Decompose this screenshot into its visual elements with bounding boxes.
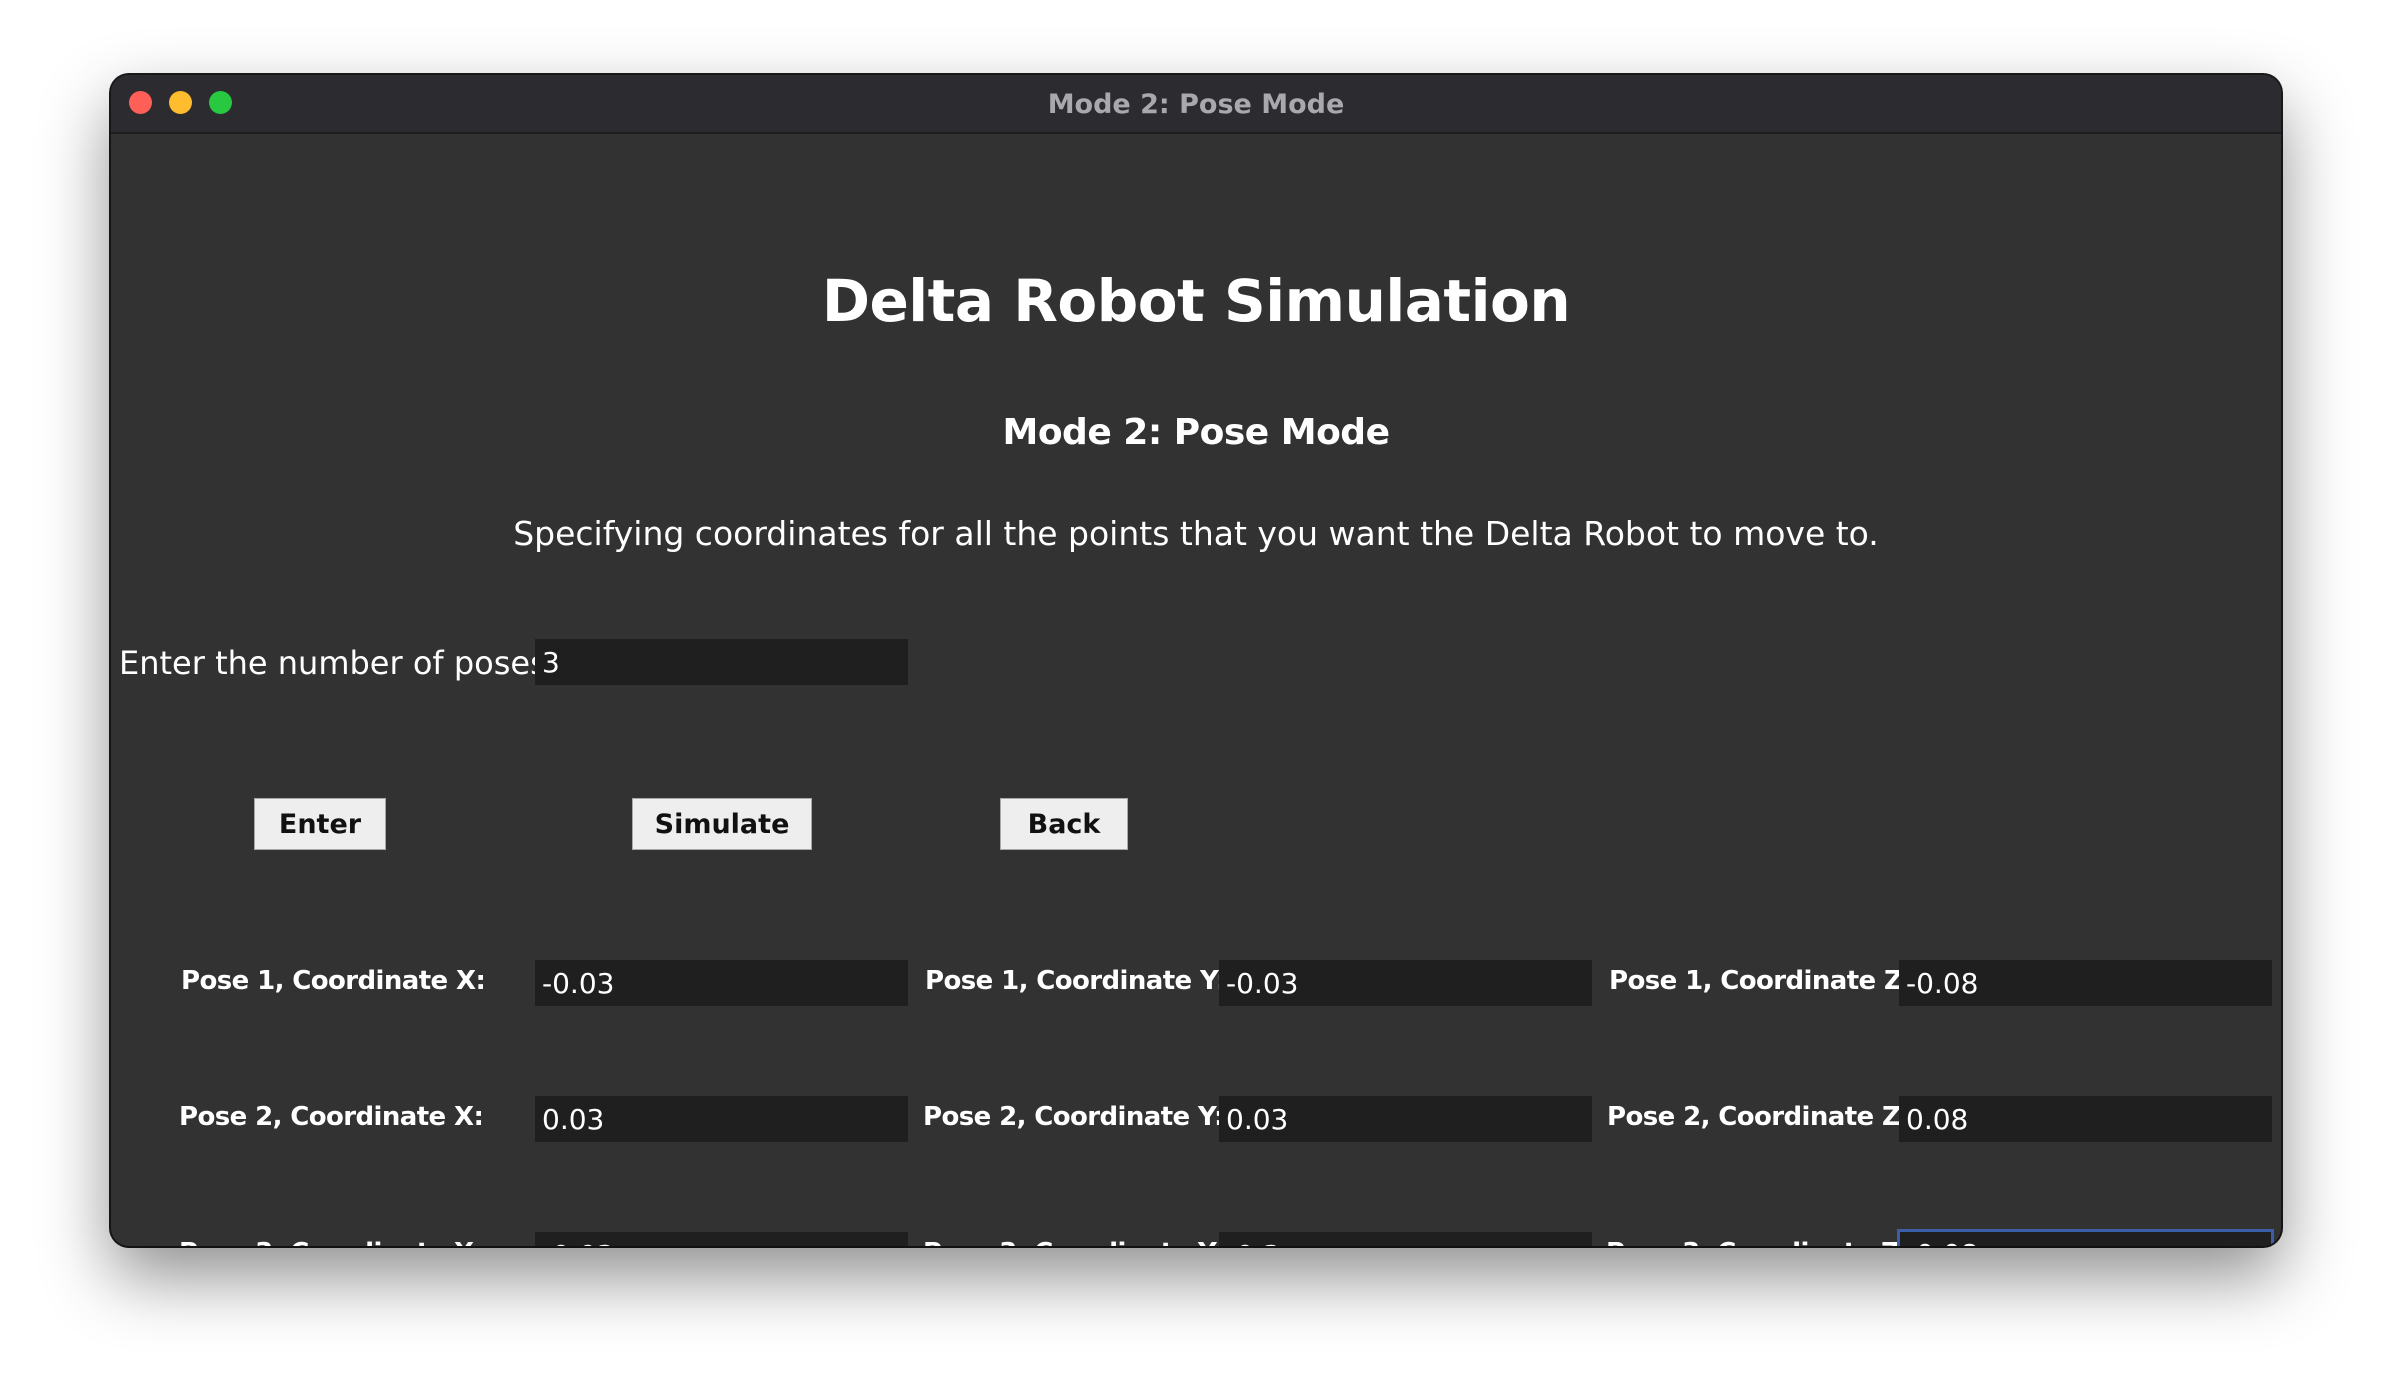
pose-3-y-input[interactable]	[1219, 1232, 1592, 1246]
pose-3-x-input[interactable]	[535, 1232, 908, 1246]
pose-3-x-label: Pose 3, Coordinate X:	[179, 1238, 484, 1246]
mode-description: Specifying coordinates for all the point…	[513, 514, 1879, 553]
pose-3-z-label: Pose 3, Coordinate Z:	[1606, 1238, 1910, 1246]
pose-3-z-input[interactable]	[1897, 1229, 2274, 1246]
simulate-button[interactable]: Simulate	[632, 798, 812, 850]
poses-count-label: Enter the number of poses:	[119, 644, 558, 682]
pose-2-x-input[interactable]	[535, 1096, 908, 1142]
pose-1-z-input[interactable]	[1899, 960, 2272, 1006]
window-title: Mode 2: Pose Mode	[1047, 89, 1345, 120]
pose-1-y-label: Pose 1, Coordinate Y:	[925, 966, 1226, 996]
pose-3-y-label: Pose 3, Coordinate Y:	[923, 1238, 1224, 1246]
pose-2-z-label: Pose 2, Coordinate Z:	[1607, 1102, 1911, 1132]
main-content: Delta Robot Simulation Mode 2: Pose Mode…	[111, 134, 2281, 1246]
mode-subtitle: Mode 2: Pose Mode	[1002, 412, 1391, 453]
app-window: Mode 2: Pose Mode Delta Robot Simulation…	[111, 75, 2281, 1246]
poses-count-input[interactable]	[535, 639, 908, 685]
pose-1-x-label: Pose 1, Coordinate X:	[181, 966, 486, 996]
pose-1-x-input[interactable]	[535, 960, 908, 1006]
pose-2-x-label: Pose 2, Coordinate X:	[179, 1102, 484, 1132]
maximize-window-button[interactable]	[209, 91, 232, 114]
pose-2-y-input[interactable]	[1219, 1096, 1592, 1142]
pose-2-y-label: Pose 2, Coordinate Y:	[923, 1102, 1224, 1132]
enter-button[interactable]: Enter	[254, 798, 386, 850]
title-bar: Mode 2: Pose Mode	[111, 75, 2281, 134]
pose-1-y-input[interactable]	[1219, 960, 1592, 1006]
page-title: Delta Robot Simulation	[821, 267, 1571, 335]
close-window-button[interactable]	[129, 91, 152, 114]
pose-1-z-label: Pose 1, Coordinate Z:	[1609, 966, 1913, 996]
pose-2-z-input[interactable]	[1899, 1096, 2272, 1142]
minimize-window-button[interactable]	[169, 91, 192, 114]
back-button[interactable]: Back	[1000, 798, 1128, 850]
